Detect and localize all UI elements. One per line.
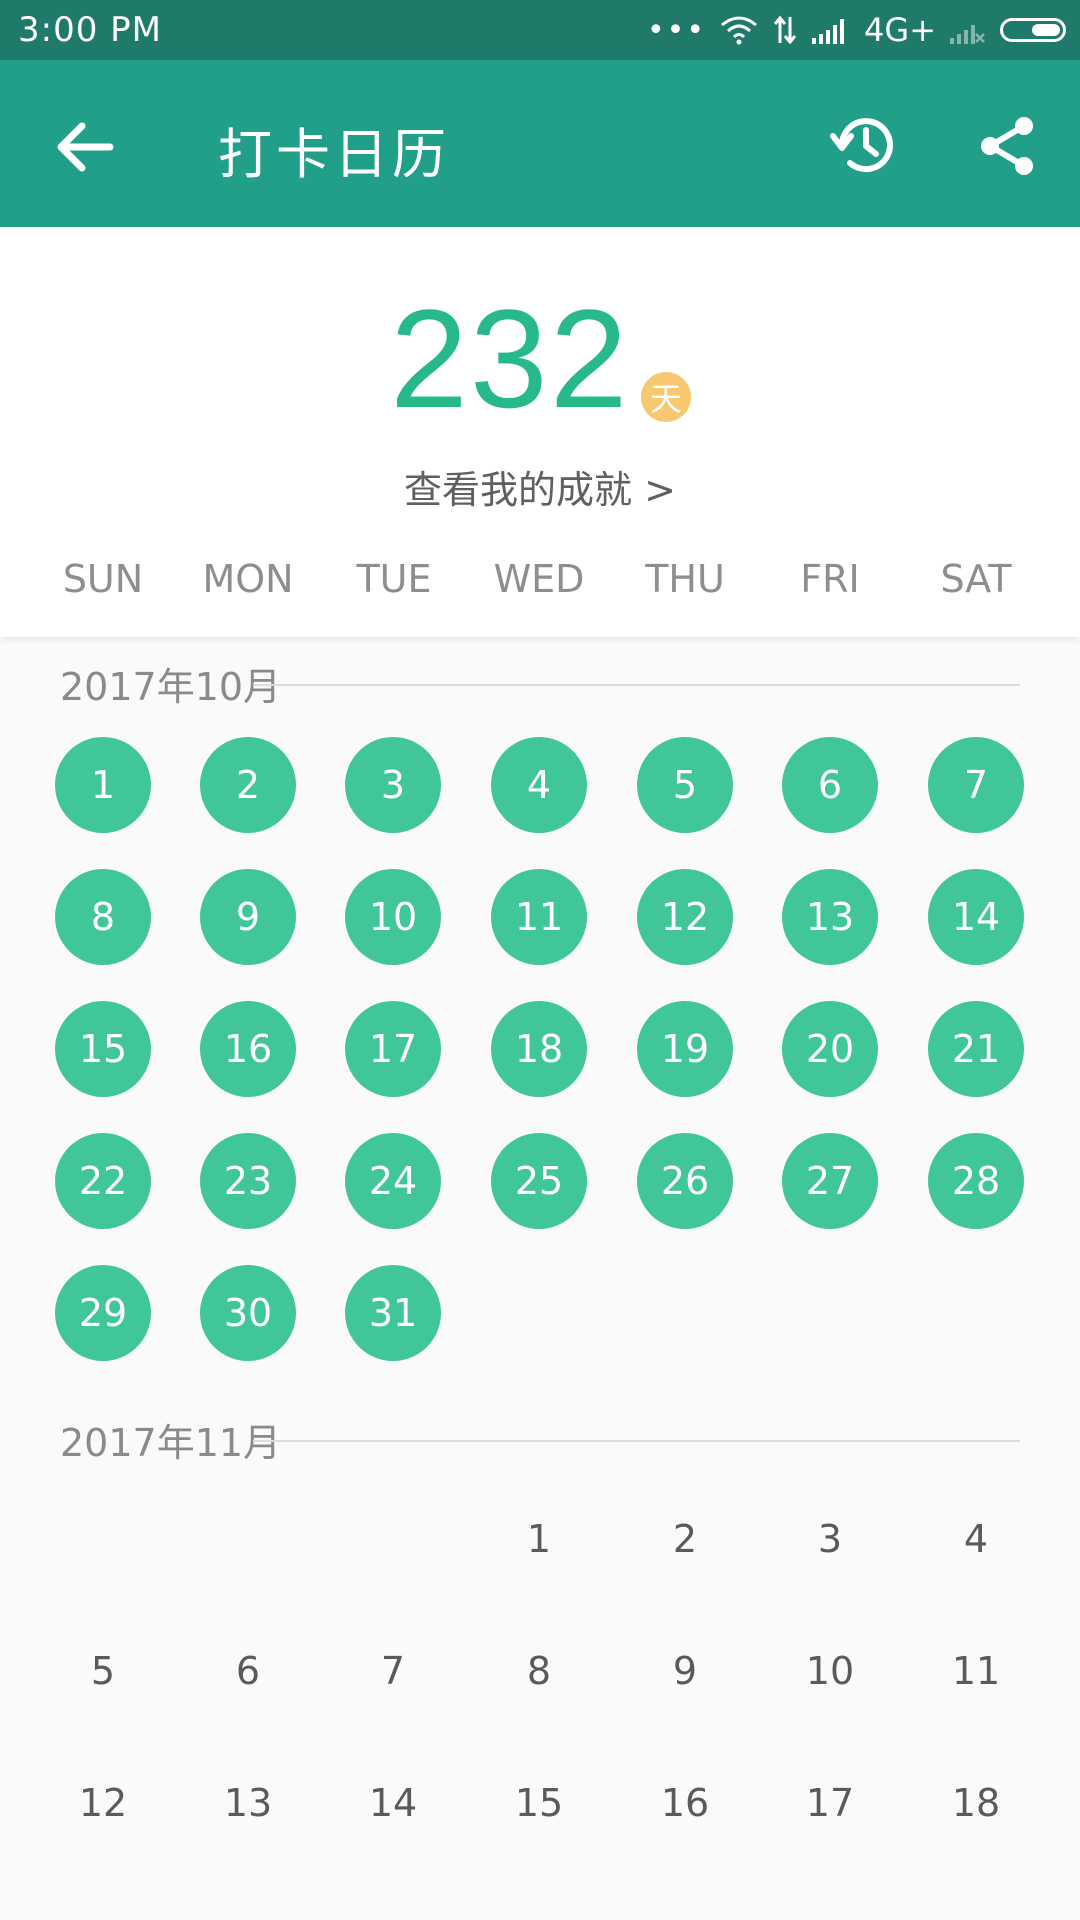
weekday-label: SUN — [62, 557, 144, 601]
calendar-day-checked[interactable]: 23 — [200, 1133, 296, 1229]
calendar-day-checked[interactable]: 19 — [637, 1001, 733, 1097]
calendar-day-checked[interactable]: 31 — [345, 1265, 441, 1361]
month-label: 2017年11月 — [60, 1421, 282, 1465]
calendar-day[interactable]: 18 — [928, 1755, 1024, 1851]
summary-panel: 232 天 查看我的成就 > SUN MON TUE WED THU FRI S… — [0, 227, 1080, 637]
calendar-day-checked[interactable]: 27 — [782, 1133, 878, 1229]
weekday-header: SUN MON TUE WED THU FRI SAT — [0, 557, 1080, 617]
calendar-day[interactable]: 11 — [928, 1623, 1024, 1719]
page-title: 打卡日历 — [218, 123, 450, 186]
weekday-label: SAT — [940, 557, 1012, 601]
calendar-day-checked[interactable]: 6 — [782, 737, 878, 833]
history-button[interactable] — [828, 108, 902, 182]
calendar-day-checked[interactable]: 25 — [491, 1133, 587, 1229]
wifi-icon — [720, 15, 758, 45]
battery-icon — [1000, 18, 1066, 42]
calendar-day[interactable]: 4 — [928, 1491, 1024, 1587]
calendar-day-checked[interactable]: 12 — [637, 869, 733, 965]
calendar-day-checked[interactable]: 18 — [491, 1001, 587, 1097]
calendar-day[interactable]: 10 — [782, 1623, 878, 1719]
status-time: 3:00 PM — [18, 10, 162, 50]
calendar-day-checked[interactable]: 21 — [928, 1001, 1024, 1097]
calendar-day[interactable]: 15 — [491, 1755, 587, 1851]
calendar-day-checked[interactable]: 13 — [782, 869, 878, 965]
calendar-day[interactable]: 6 — [200, 1623, 296, 1719]
calendar-day-checked[interactable]: 8 — [55, 869, 151, 965]
calendar-day[interactable]: 3 — [782, 1491, 878, 1587]
status-icons: ••• 4G+ — [647, 8, 1066, 52]
back-arrow-icon — [57, 122, 114, 172]
calendar-day-checked[interactable]: 14 — [928, 869, 1024, 965]
data-transfer-icon — [772, 15, 798, 45]
month-divider — [253, 684, 1020, 686]
checkin-days-count: 232 — [390, 280, 630, 437]
calendar-day-checked[interactable]: 20 — [782, 1001, 878, 1097]
calendar-day[interactable]: 8 — [491, 1623, 587, 1719]
calendar-day[interactable]: 14 — [345, 1755, 441, 1851]
month-divider — [253, 1440, 1020, 1442]
calendar-day-checked[interactable]: 7 — [928, 737, 1024, 833]
weekday-label: THU — [645, 557, 725, 601]
calendar-day-checked[interactable]: 3 — [345, 737, 441, 833]
calendar-day[interactable]: 2 — [637, 1491, 733, 1587]
history-icon — [830, 118, 893, 173]
network-type: 4G+ — [864, 11, 936, 49]
calendar-day-checked[interactable]: 10 — [345, 869, 441, 965]
calendar-day[interactable]: 5 — [55, 1623, 151, 1719]
weekday-label: TUE — [356, 557, 432, 601]
calendar-day-checked[interactable]: 26 — [637, 1133, 733, 1229]
share-button[interactable] — [978, 114, 1038, 178]
calendar-day-checked[interactable]: 15 — [55, 1001, 151, 1097]
calendar-day[interactable]: 13 — [200, 1755, 296, 1851]
status-bar: 3:00 PM ••• 4G+ — [0, 0, 1080, 60]
calendar-day-checked[interactable]: 1 — [55, 737, 151, 833]
calendar-day-checked[interactable]: 28 — [928, 1133, 1024, 1229]
calendar-day[interactable]: 9 — [637, 1623, 733, 1719]
share-icon — [981, 117, 1033, 175]
more-dots-icon: ••• — [646, 12, 707, 48]
view-achievements-link[interactable]: 查看我的成就 > — [0, 459, 1080, 514]
calendar-day-checked[interactable]: 9 — [200, 869, 296, 965]
weekday-label: MON — [202, 557, 294, 601]
calendar-day-checked[interactable]: 17 — [345, 1001, 441, 1097]
days-unit-badge: 天 — [641, 372, 691, 422]
calendar-day-checked[interactable]: 2 — [200, 737, 296, 833]
calendar-day-checked[interactable]: 30 — [200, 1265, 296, 1361]
calendar-day[interactable]: 1 — [491, 1491, 587, 1587]
weekday-label: FRI — [800, 557, 860, 601]
calendar-day[interactable]: 7 — [345, 1623, 441, 1719]
calendar-day-checked[interactable]: 16 — [200, 1001, 296, 1097]
back-button[interactable] — [50, 112, 120, 182]
calendar-day-checked[interactable]: 24 — [345, 1133, 441, 1229]
month-label: 2017年10月 — [60, 665, 282, 709]
signal-weak-icon — [950, 16, 986, 44]
app-bar: 打卡日历 — [0, 60, 1080, 227]
calendar-day-checked[interactable]: 5 — [637, 737, 733, 833]
signal-icon — [812, 16, 850, 44]
calendar-day[interactable]: 12 — [55, 1755, 151, 1851]
calendar-day-checked[interactable]: 29 — [55, 1265, 151, 1361]
calendar-day[interactable]: 17 — [782, 1755, 878, 1851]
calendar-day-checked[interactable]: 22 — [55, 1133, 151, 1229]
calendar-day-checked[interactable]: 4 — [491, 737, 587, 833]
calendar-day-checked[interactable]: 11 — [491, 869, 587, 965]
calendar-day[interactable]: 16 — [637, 1755, 733, 1851]
weekday-label: WED — [493, 557, 585, 601]
